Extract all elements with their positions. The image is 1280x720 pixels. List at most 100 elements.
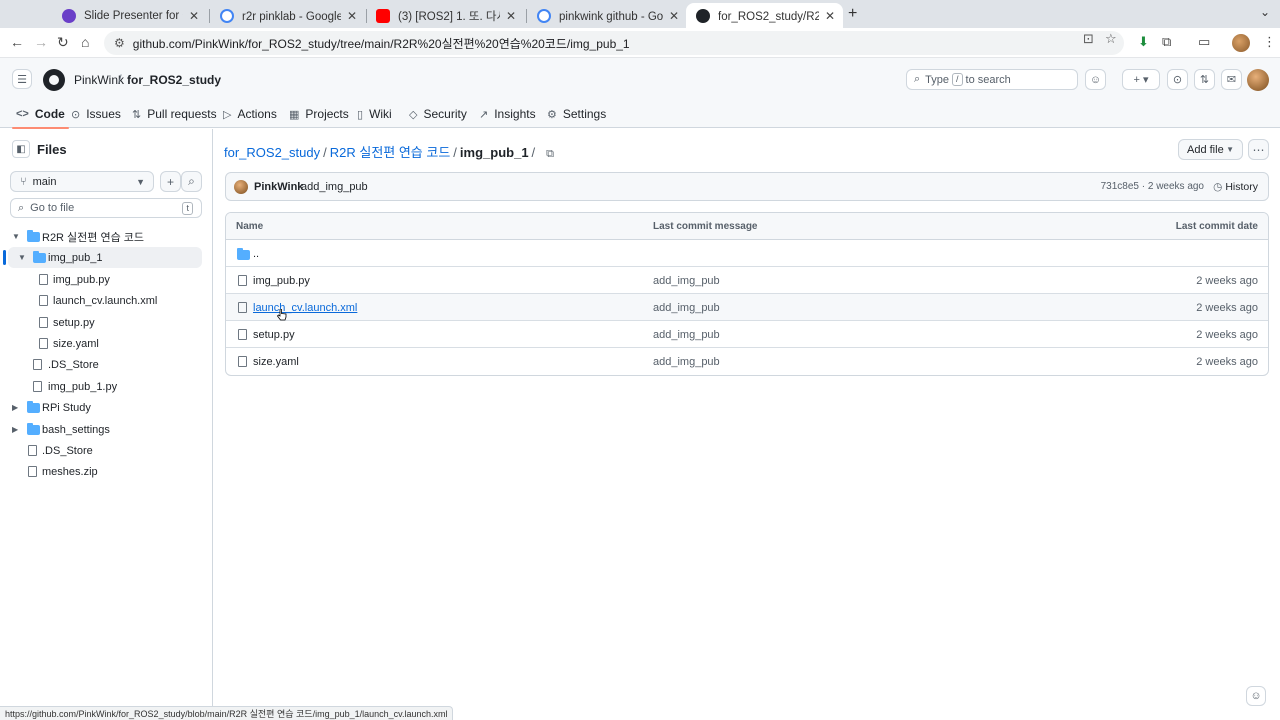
tab-security[interactable]: ◇ Security bbox=[409, 100, 467, 128]
forward-icon[interactable]: → bbox=[34, 34, 48, 50]
commit-meta[interactable]: 731c8e5 · 2 weeks ago bbox=[1101, 181, 1204, 192]
file-link[interactable]: img_pub.py bbox=[253, 275, 310, 287]
side-panel-icon[interactable]: ▭ bbox=[1198, 34, 1210, 50]
file-link[interactable]: launch_cv.launch.xml bbox=[253, 302, 357, 314]
commit-message-link[interactable]: add_img_pub bbox=[653, 302, 720, 314]
tab-label: Actions bbox=[237, 107, 277, 121]
breadcrumb-separator: / bbox=[531, 145, 536, 160]
commit-message-link[interactable]: add_img_pub bbox=[301, 181, 368, 193]
reload-icon[interactable]: ↻ bbox=[57, 34, 69, 51]
tree-label: .DS_Store bbox=[42, 444, 93, 457]
tree-folder[interactable]: ▶ RPi Study bbox=[8, 397, 202, 418]
browser-tab[interactable]: (3) [ROS2] 1. 또. 다시. 강조하는 ✕ bbox=[366, 3, 524, 28]
tree-folder[interactable]: ▶ bash_settings bbox=[8, 419, 202, 440]
browser-tab[interactable]: pinkwink github - Google 검색 ✕ bbox=[527, 3, 687, 28]
github-icon bbox=[696, 8, 710, 23]
tree-file[interactable]: setup.py bbox=[8, 312, 202, 333]
close-icon[interactable]: ✕ bbox=[347, 9, 357, 23]
copilot-icon[interactable]: ☺ bbox=[1085, 69, 1106, 90]
pull-requests-icon[interactable]: ⇅ bbox=[1194, 69, 1215, 90]
close-icon[interactable]: ✕ bbox=[189, 9, 199, 23]
table-row[interactable]: setup.py add_img_pub 2 weeks ago bbox=[226, 321, 1268, 348]
branch-selector[interactable]: ⑂ main ▼ bbox=[10, 171, 154, 192]
browser-tab[interactable]: Slide Presenter for Confluence ✕ bbox=[52, 3, 207, 28]
site-info-icon[interactable]: ⚙ bbox=[114, 36, 125, 50]
tab-settings[interactable]: ⚙ Settings bbox=[547, 100, 606, 128]
table-row-parent[interactable]: .. bbox=[226, 240, 1268, 267]
user-avatar[interactable] bbox=[1247, 69, 1269, 91]
profile-avatar[interactable] bbox=[1232, 34, 1250, 52]
tab-code[interactable]: <> Code bbox=[12, 100, 69, 129]
tree-file[interactable]: size.yaml bbox=[8, 333, 202, 354]
avatar[interactable] bbox=[234, 180, 248, 194]
address-bar[interactable]: ⚙ github.com/PinkWink/for_ROS2_study/tre… bbox=[104, 31, 1124, 55]
tree-file[interactable]: launch_cv.launch.xml bbox=[8, 290, 202, 311]
tab-insights[interactable]: ↗ Insights bbox=[479, 100, 536, 128]
search-input[interactable]: ⌕ Type / to search bbox=[906, 69, 1078, 90]
copilot-chat-icon[interactable]: ☺ bbox=[1246, 686, 1266, 706]
graph-icon: ↗ bbox=[479, 108, 489, 121]
column-header-date: Last commit date bbox=[1175, 221, 1258, 232]
new-tab-icon[interactable]: + bbox=[848, 5, 857, 23]
file-link[interactable]: size.yaml bbox=[253, 356, 299, 368]
tab-pull-requests[interactable]: ⇅ Pull requests bbox=[132, 100, 217, 128]
table-row[interactable]: size.yaml add_img_pub 2 weeks ago bbox=[226, 348, 1268, 375]
file-link[interactable]: setup.py bbox=[253, 329, 295, 341]
tree-folder-selected[interactable]: ▼ img_pub_1 bbox=[3, 247, 202, 268]
commit-message-link[interactable]: add_img_pub bbox=[653, 275, 720, 287]
tree-file[interactable]: meshes.zip bbox=[8, 461, 202, 482]
bookmark-star-icon[interactable]: ☆ bbox=[1105, 31, 1117, 47]
tree-label: .DS_Store bbox=[48, 358, 99, 371]
collapse-sidebar-icon[interactable]: ◧ bbox=[12, 140, 30, 158]
create-new-button[interactable]: + ▾ bbox=[1122, 69, 1160, 90]
repo-link[interactable]: for_ROS2_study bbox=[127, 73, 221, 87]
home-icon[interactable]: ⌂ bbox=[81, 34, 89, 50]
history-button[interactable]: ◷ History bbox=[1213, 181, 1258, 193]
close-icon[interactable]: ✕ bbox=[825, 9, 835, 23]
table-row[interactable]: img_pub.py add_img_pub 2 weeks ago bbox=[226, 267, 1268, 294]
close-icon[interactable]: ✕ bbox=[669, 9, 679, 23]
extensions-icon[interactable]: ⧉ bbox=[1162, 34, 1171, 50]
copy-path-icon[interactable]: ⧉ bbox=[546, 148, 554, 161]
tree-file[interactable]: img_pub.py bbox=[8, 269, 202, 290]
close-icon[interactable]: ✕ bbox=[506, 9, 516, 23]
browser-menu-icon[interactable]: ⋮ bbox=[1263, 34, 1276, 50]
commit-message-link[interactable]: add_img_pub bbox=[653, 356, 720, 368]
tab-favicon-icon bbox=[62, 8, 76, 23]
tree-folder[interactable]: ▼ R2R 실전편 연습 코드 bbox=[8, 226, 202, 247]
commit-author-link[interactable]: PinkWink bbox=[254, 181, 303, 193]
column-header-message: Last commit message bbox=[653, 221, 758, 232]
add-file-icon[interactable]: + bbox=[160, 171, 181, 192]
owner-link[interactable]: PinkWink bbox=[74, 73, 124, 87]
breadcrumb-repo-link[interactable]: for_ROS2_study bbox=[224, 145, 320, 160]
path-separator: / bbox=[118, 72, 122, 87]
search-icon[interactable]: ⌕ bbox=[181, 171, 202, 192]
hamburger-menu-icon[interactable]: ☰ bbox=[12, 69, 32, 89]
github-logo-icon[interactable] bbox=[43, 69, 65, 91]
inbox-icon[interactable]: ✉ bbox=[1221, 69, 1242, 90]
download-icon[interactable]: ⬇ bbox=[1138, 34, 1149, 50]
parent-directory-link[interactable]: .. bbox=[253, 248, 259, 260]
tree-file[interactable]: .DS_Store bbox=[8, 440, 202, 461]
issues-icon[interactable]: ⊙ bbox=[1167, 69, 1188, 90]
add-file-button[interactable]: Add file ▼ bbox=[1178, 139, 1243, 160]
tab-issues[interactable]: ⊙ Issues bbox=[71, 100, 121, 128]
tab-search-chevron-icon[interactable]: ⌄ bbox=[1260, 5, 1270, 19]
tab-label: Settings bbox=[562, 107, 607, 121]
browser-tab-active[interactable]: for_ROS2_study/R2R 실전편 연 ✕ bbox=[686, 3, 843, 28]
go-to-file-input[interactable]: ⌕ Go to file t bbox=[10, 198, 202, 218]
back-icon[interactable]: ← bbox=[10, 34, 24, 50]
more-options-icon[interactable]: ⋯ bbox=[1248, 139, 1269, 160]
tab-actions[interactable]: ▷ Actions bbox=[223, 100, 277, 128]
tab-wiki[interactable]: ▯ Wiki bbox=[357, 100, 392, 128]
tree-file[interactable]: img_pub_1.py bbox=[8, 376, 202, 397]
tab-projects[interactable]: ▦ Projects bbox=[289, 100, 349, 128]
commit-message-link[interactable]: add_img_pub bbox=[653, 329, 720, 341]
install-app-icon[interactable]: ⊡ bbox=[1083, 31, 1094, 47]
breadcrumb-folder-link[interactable]: R2R 실전편 연습 코드 bbox=[330, 145, 451, 160]
browser-tab[interactable]: r2r pinklab - Google 검색 ✕ bbox=[210, 3, 365, 28]
tree-file[interactable]: .DS_Store bbox=[8, 354, 202, 375]
address-url[interactable]: github.com/PinkWink/for_ROS2_study/tree/… bbox=[133, 35, 630, 52]
tab-title: (3) [ROS2] 1. 또. 다시. 강조하는 bbox=[398, 10, 500, 23]
table-row[interactable]: launch_cv.launch.xml add_img_pub 2 weeks… bbox=[226, 294, 1268, 321]
